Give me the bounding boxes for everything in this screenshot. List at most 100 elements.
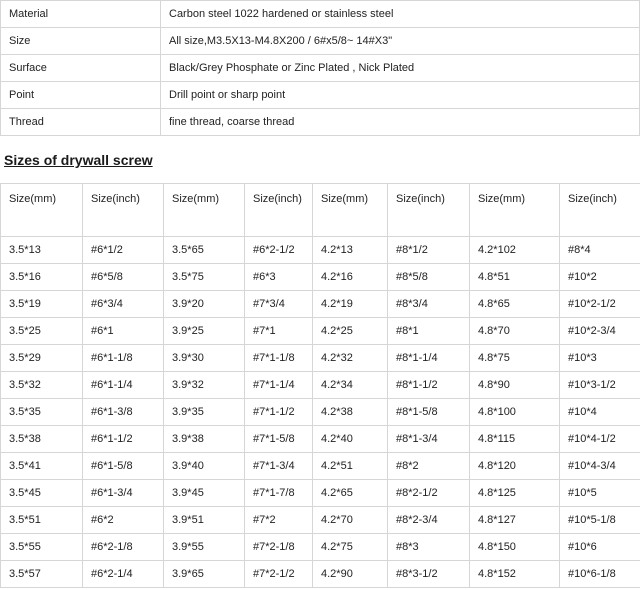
table-cell: 4.2*19	[312, 290, 388, 318]
table-cell: 4.2*75	[312, 533, 388, 561]
table-cell: 4.8*150	[469, 533, 560, 561]
spec-value: Drill point or sharp point	[160, 81, 640, 109]
table-cell: #6*2	[82, 506, 164, 534]
table-cell: #7*1	[244, 317, 313, 345]
table-cell: #10*6-1/8	[559, 560, 640, 588]
table-cell: #7*1-3/4	[244, 452, 313, 480]
table-cell: 3.9*55	[163, 533, 245, 561]
table-cell: #6*2-1/8	[82, 533, 164, 561]
table-cell: 4.2*38	[312, 398, 388, 426]
table-cell: 3.9*35	[163, 398, 245, 426]
spec-label: Material	[0, 0, 161, 28]
table-cell: #10*3	[559, 344, 640, 372]
table-cell: 4.8*125	[469, 479, 560, 507]
table-cell: #6*3/4	[82, 290, 164, 318]
table-cell: 3.5*25	[0, 317, 83, 345]
table-cell: #8*1-1/2	[387, 371, 470, 399]
table-cell: #10*2-1/2	[559, 290, 640, 318]
table-row: 3.5*32 #6*1-1/4 3.9*32 #7*1-1/4 4.2*34 #8*1-1…	[0, 371, 640, 399]
table-cell: #8*2-1/2	[387, 479, 470, 507]
table-cell: 3.9*65	[163, 560, 245, 588]
table-cell: 4.8*65	[469, 290, 560, 318]
table-cell: 4.8*70	[469, 317, 560, 345]
table-cell: #7*2	[244, 506, 313, 534]
table-cell: 3.5*35	[0, 398, 83, 426]
size-table-body: 3.5*13 #6*1/2 3.5*65 #6*2-1/2 4.2*13 #8*1/2 4.…	[0, 236, 640, 588]
table-cell: 4.2*25	[312, 317, 388, 345]
table-row: 3.5*45 #6*1-3/4 3.9*45 #7*1-7/8 4.2*65 #8*2-1…	[0, 479, 640, 507]
spec-row: Size All size,M3.5X13-M4.8X200 / 6#x5/8~ …	[0, 27, 640, 55]
column-header: Size(mm)	[163, 183, 245, 237]
table-cell: #10*4	[559, 398, 640, 426]
table-row: 3.5*29 #6*1-1/8 3.9*30 #7*1-1/8 4.2*32 #8*1-1…	[0, 344, 640, 372]
table-cell: #8*1/2	[387, 236, 470, 264]
table-cell: #10*2	[559, 263, 640, 291]
table-cell: 4.8*120	[469, 452, 560, 480]
size-table-header-row: Size(mm) Size(inch) Size(mm) Size(inch) Size…	[0, 183, 640, 237]
table-cell: #8*3/4	[387, 290, 470, 318]
size-table: Size(mm) Size(inch) Size(mm) Size(inch) Size…	[0, 183, 640, 588]
table-cell: #8*1-5/8	[387, 398, 470, 426]
table-cell: #8*3	[387, 533, 470, 561]
spec-label: Point	[0, 81, 161, 109]
table-cell: #7*2-1/2	[244, 560, 313, 588]
table-cell: #6*1-1/4	[82, 371, 164, 399]
table-cell: 4.2*16	[312, 263, 388, 291]
table-row: 3.5*19 #6*3/4 3.9*20 #7*3/4 4.2*19 #8*3/4 4.8*…	[0, 290, 640, 318]
table-cell: 4.2*32	[312, 344, 388, 372]
table-cell: #8*1-1/4	[387, 344, 470, 372]
table-cell: 4.8*127	[469, 506, 560, 534]
table-cell: #10*5-1/8	[559, 506, 640, 534]
table-cell: #6*1-5/8	[82, 452, 164, 480]
table-cell: 3.5*45	[0, 479, 83, 507]
table-cell: 4.2*34	[312, 371, 388, 399]
table-cell: 4.2*40	[312, 425, 388, 453]
column-header: Size(inch)	[559, 183, 640, 237]
column-header: Size(inch)	[387, 183, 470, 237]
table-row: 3.5*57 #6*2-1/4 3.9*65 #7*2-1/2 4.2*90 #8*3-1…	[0, 560, 640, 588]
table-cell: 4.8*115	[469, 425, 560, 453]
table-cell: #8*2-3/4	[387, 506, 470, 534]
table-cell: 3.5*65	[163, 236, 245, 264]
spec-label: Size	[0, 27, 161, 55]
table-cell: #7*1-1/8	[244, 344, 313, 372]
table-cell: 3.5*13	[0, 236, 83, 264]
table-cell: #10*6	[559, 533, 640, 561]
table-cell: 3.9*51	[163, 506, 245, 534]
spec-table: Material Carbon steel 1022 hardened or st…	[0, 0, 640, 136]
table-cell: #6*1	[82, 317, 164, 345]
table-cell: #10*5	[559, 479, 640, 507]
table-cell: 4.2*102	[469, 236, 560, 264]
table-cell: 4.8*75	[469, 344, 560, 372]
table-cell: 3.9*25	[163, 317, 245, 345]
table-cell: 3.5*16	[0, 263, 83, 291]
table-cell: #6*1-3/4	[82, 479, 164, 507]
table-cell: #10*4-1/2	[559, 425, 640, 453]
table-cell: 3.5*19	[0, 290, 83, 318]
table-cell: #8*1-3/4	[387, 425, 470, 453]
spec-row: Surface Black/Grey Phosphate or Zinc Plat…	[0, 54, 640, 82]
column-header: Size(mm)	[469, 183, 560, 237]
table-row: 3.5*55 #6*2-1/8 3.9*55 #7*2-1/8 4.2*75 #8*3 4.…	[0, 533, 640, 561]
spec-value: Black/Grey Phosphate or Zinc Plated , Ni…	[160, 54, 640, 82]
table-cell: 3.5*51	[0, 506, 83, 534]
table-cell: #7*3/4	[244, 290, 313, 318]
table-cell: 3.9*38	[163, 425, 245, 453]
table-cell: 4.8*51	[469, 263, 560, 291]
table-cell: 4.2*13	[312, 236, 388, 264]
table-cell: 4.2*90	[312, 560, 388, 588]
table-cell: 3.9*40	[163, 452, 245, 480]
table-cell: #6*2-1/4	[82, 560, 164, 588]
table-cell: 3.9*45	[163, 479, 245, 507]
table-row: 3.5*16 #6*5/8 3.5*75 #6*3 4.2*16 #8*5/8 4.8*51…	[0, 263, 640, 291]
table-row: 3.5*41 #6*1-5/8 3.9*40 #7*1-3/4 4.2*51 #8*2 4.…	[0, 452, 640, 480]
table-cell: 4.2*70	[312, 506, 388, 534]
table-cell: 3.9*32	[163, 371, 245, 399]
table-cell: 3.9*20	[163, 290, 245, 318]
spec-label: Surface	[0, 54, 161, 82]
table-cell: #7*1-1/2	[244, 398, 313, 426]
spec-value: All size,M3.5X13-M4.8X200 / 6#x5/8~ 14#X…	[160, 27, 640, 55]
section-title: Sizes of drywall screw	[4, 152, 153, 168]
spec-row: Material Carbon steel 1022 hardened or st…	[0, 0, 640, 28]
table-cell: 4.8*100	[469, 398, 560, 426]
